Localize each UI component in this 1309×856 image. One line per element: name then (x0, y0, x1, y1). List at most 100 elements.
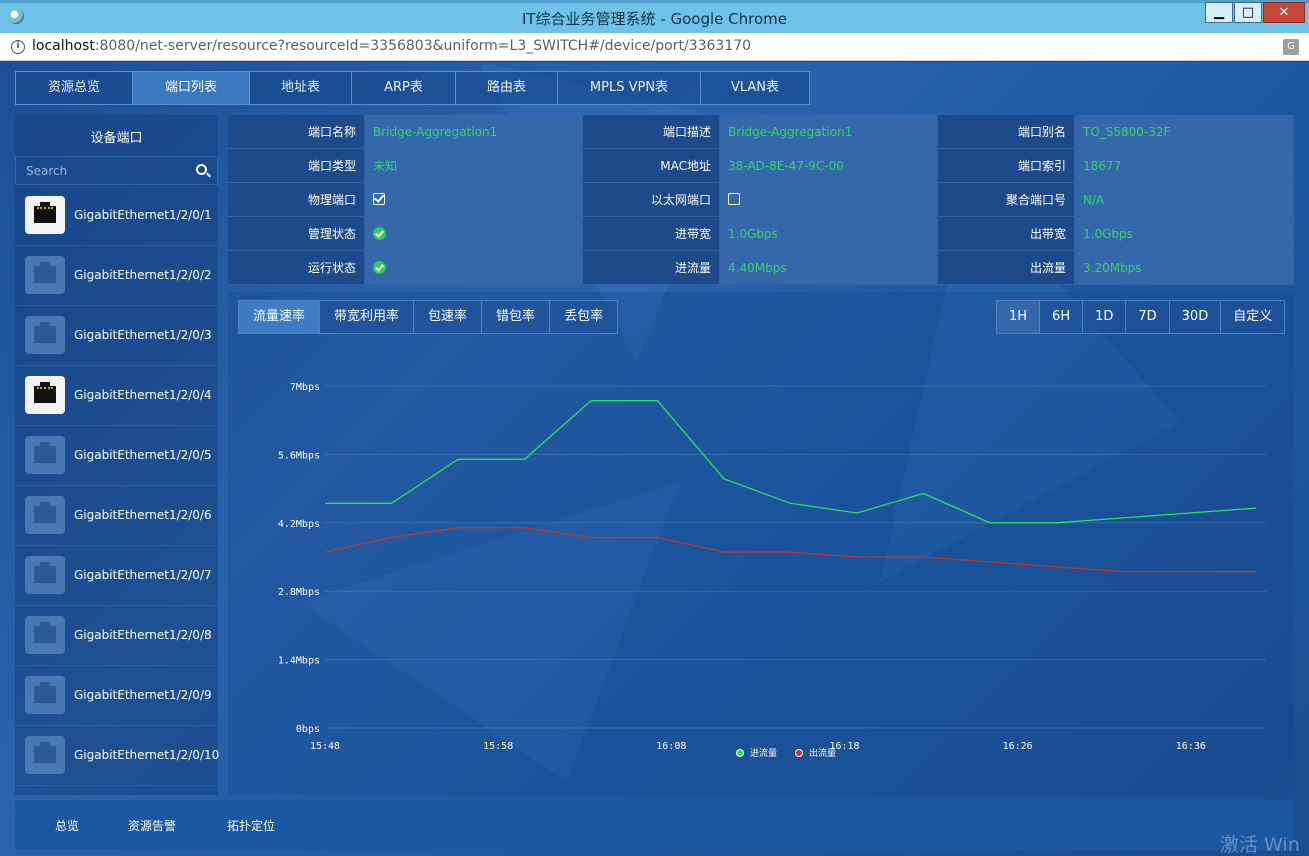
y-tick-label: 0bps (296, 724, 320, 735)
window-title: IT综合业务管理系统 - Google Chrome (521, 10, 788, 28)
ethernet-port-icon (25, 376, 65, 414)
address-bar[interactable]: i localhost:8080/net-server/resource?res… (0, 33, 1309, 61)
info-icon[interactable]: i (11, 40, 25, 54)
search-input[interactable] (16, 157, 191, 184)
port-name: GigabitEthernet1/2/0/6 (74, 508, 212, 522)
ethernet-port-icon (25, 256, 65, 294)
port-item[interactable]: GigabitEthernet1/2/0/4 (15, 366, 218, 426)
url-host: localhost (32, 38, 95, 54)
nav-resource-alarm[interactable]: 资源告警 (128, 817, 176, 834)
tab-port-list[interactable]: 端口列表 (133, 72, 250, 104)
port-item[interactable]: GigabitEthernet1/2/0/9 (15, 666, 218, 726)
out-bandwidth-label: 出带宽 (938, 217, 1075, 251)
port-name: GigabitEthernet1/2/0/4 (74, 388, 212, 402)
window-titlebar: IT综合业务管理系统 - Google Chrome ▁ □ ✕ (0, 0, 1309, 33)
tab-packet-rate[interactable]: 包速率 (414, 301, 483, 333)
checkbox-unchecked-icon (728, 193, 740, 205)
bottom-nav: 总览 资源告警 拓扑定位 (15, 800, 1294, 850)
mac-value: 38-AD-8E-47-9C-00 (720, 149, 938, 183)
tab-drop-rate[interactable]: 丢包率 (550, 301, 618, 333)
port-item[interactable]: GigabitEthernet1/2/0/7 (15, 546, 218, 606)
port-alias-value: TO_S5800-32F (1075, 115, 1294, 149)
port-name-label: 端口名称 (228, 115, 365, 149)
legend-marker (736, 749, 744, 757)
tab-bandwidth-util[interactable]: 带宽利用率 (320, 301, 415, 333)
x-tick-label: 15:58 (483, 741, 513, 752)
port-item[interactable]: GigabitEthernet1/2/0/6 (15, 486, 218, 546)
ethernet-port-icon (25, 736, 65, 774)
range-30d[interactable]: 30D (1169, 301, 1222, 333)
range-custom[interactable]: 自定义 (1221, 301, 1285, 333)
y-tick-label: 1.4Mbps (278, 656, 320, 667)
port-desc-label: 端口描述 (583, 115, 720, 149)
port-name: GigabitEthernet1/2/0/10 (74, 748, 220, 762)
in-traffic-label: 进流量 (583, 251, 720, 285)
y-tick-label: 5.6Mbps (278, 450, 320, 461)
physical-port-value (365, 183, 583, 217)
panel-title: 设备端口 (90, 131, 143, 146)
oper-status-label: 运行状态 (228, 251, 365, 285)
close-button[interactable]: ✕ (1263, 2, 1305, 23)
port-item[interactable]: GigabitEthernet1/2/0/3 (15, 306, 218, 366)
port-alias-label: 端口别名 (938, 115, 1075, 149)
x-tick-label: 16:36 (1176, 741, 1206, 752)
physical-port-label: 物理端口 (228, 183, 365, 217)
translate-icon[interactable]: G (1283, 39, 1299, 55)
titlebar-strip (0, 0, 1309, 3)
port-name: GigabitEthernet1/2/0/3 (74, 328, 212, 342)
y-tick-label: 2.8Mbps (278, 587, 320, 598)
legend-label: 出流量 (809, 747, 836, 759)
tab-mpls-vpn[interactable]: MPLS VPN表 (558, 72, 701, 104)
tab-traffic-rate[interactable]: 流量速率 (239, 301, 321, 333)
tab-resource-overview[interactable]: 资源总览 (16, 72, 133, 104)
time-range-tabs: 1H 6H 1D 7D 30D 自定义 (996, 300, 1286, 334)
ethernet-port-icon (25, 676, 65, 714)
ethernet-port-icon (25, 496, 65, 534)
port-index-value: 18677 (1075, 149, 1294, 183)
status-ok-icon (373, 226, 386, 240)
traffic-line-chart: 0bps 1.4Mbps 2.8Mbps 4.2Mbps 5.6Mbps 7Mbps 15:… (278, 382, 1266, 759)
tab-vlan-table[interactable]: VLAN表 (701, 72, 809, 104)
search-icon[interactable] (196, 164, 207, 175)
nav-topology-locate[interactable]: 拓扑定位 (227, 817, 275, 834)
url-text[interactable]: localhost:8080/net-server/resource?resou… (32, 38, 751, 54)
checkbox-checked-icon (373, 193, 385, 205)
status-ok-icon (373, 260, 386, 274)
series-line-out (324, 527, 1256, 573)
nav-overview[interactable]: 总览 (55, 817, 79, 834)
range-1h[interactable]: 1H (997, 301, 1041, 333)
tab-address-table[interactable]: 地址表 (250, 72, 352, 104)
port-index-label: 端口索引 (938, 149, 1075, 183)
tab-error-rate[interactable]: 错包率 (482, 301, 551, 333)
tab-arp-table[interactable]: ARP表 (352, 72, 456, 104)
tab-route-table[interactable]: 路由表 (456, 72, 558, 104)
range-7d[interactable]: 7D (1126, 301, 1170, 333)
port-item[interactable]: GigabitEthernet1/2/0/8 (15, 606, 218, 666)
range-6h[interactable]: 6H (1040, 301, 1084, 333)
port-desc-value: Bridge-Aggregation1 (720, 115, 938, 149)
x-tick-label: 16:26 (1003, 741, 1033, 752)
page-content: 资源总览 端口列表 地址表 ARP表 路由表 MPLS VPN表 VLAN表 设… (0, 62, 1309, 856)
in-bandwidth-value: 1.0Gbps (720, 217, 938, 251)
port-item[interactable]: GigabitEthernet1/2/0/1 (15, 186, 218, 246)
ethernet-port-icon (25, 316, 65, 354)
range-1d[interactable]: 1D (1083, 301, 1127, 333)
port-item[interactable]: GigabitEthernet1/2/0/10 (15, 726, 220, 786)
port-item[interactable]: GigabitEthernet1/2/0/5 (15, 426, 218, 486)
in-bandwidth-label: 进带宽 (583, 217, 720, 251)
ethernet-port-icon (25, 196, 65, 234)
port-item[interactable]: GigabitEthernet1/2/0/2 (15, 246, 218, 306)
port-name: GigabitEthernet1/2/0/1 (74, 208, 212, 222)
port-name: GigabitEthernet1/2/0/9 (74, 688, 212, 702)
agg-port-value: N/A (1075, 183, 1294, 217)
in-traffic-value: 4.40Mbps (720, 251, 938, 285)
out-bandwidth-value: 1.0Gbps (1075, 217, 1294, 251)
oper-status-value (365, 251, 583, 285)
url-path: :8080/net-server/resource?resourceId=335… (94, 38, 752, 54)
maximize-button[interactable]: □ (1234, 2, 1262, 23)
minimize-button[interactable]: ▁ (1205, 2, 1233, 23)
ethernet-port-icon (25, 616, 65, 654)
ethernet-port-value (720, 183, 938, 217)
out-traffic-label: 出流量 (938, 251, 1075, 285)
agg-port-label: 聚合端口号 (938, 183, 1075, 217)
